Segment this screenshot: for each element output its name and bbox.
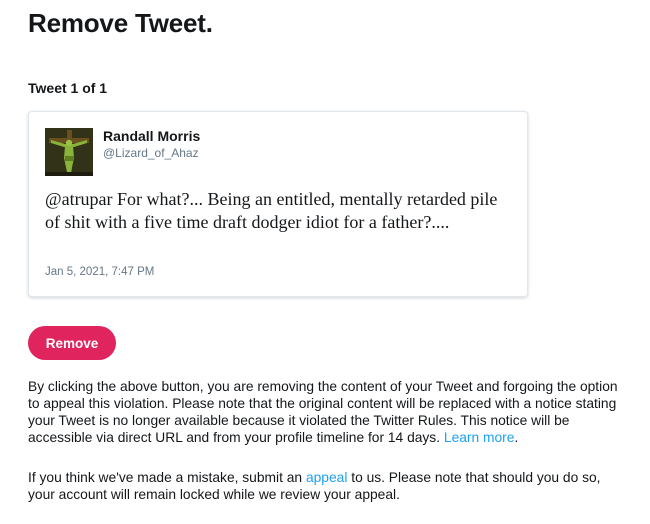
- tweet-text: @atrupar For what?... Being an entitled,…: [45, 189, 498, 232]
- learn-more-link[interactable]: Learn more: [444, 430, 515, 445]
- removal-notice-end: .: [514, 430, 519, 445]
- page-title: Remove Tweet.: [28, 8, 213, 38]
- author-name: Randall Morris: [103, 128, 201, 144]
- appeal-notice: If you think we've made a mistake, submi…: [28, 469, 618, 503]
- author-handle: @Lizard_of_Ahaz: [103, 146, 199, 160]
- crucifix-avatar-image: [45, 128, 93, 176]
- tweet-counter: Tweet 1 of 1: [28, 80, 108, 96]
- avatar: [45, 128, 93, 176]
- appeal-notice-before: If you think we've made a mistake, submi…: [28, 470, 303, 485]
- tweet-card: Randall Morris @Lizard_of_Ahaz @atrupar …: [28, 111, 528, 297]
- remove-button[interactable]: Remove: [28, 326, 116, 360]
- tweet-timestamp: Jan 5, 2021, 7:47 PM: [45, 266, 155, 278]
- removal-notice-text: By clicking the above button, you are re…: [28, 379, 618, 445]
- removal-notice: By clicking the above button, you are re…: [28, 378, 618, 446]
- appeal-link[interactable]: appeal: [306, 470, 347, 485]
